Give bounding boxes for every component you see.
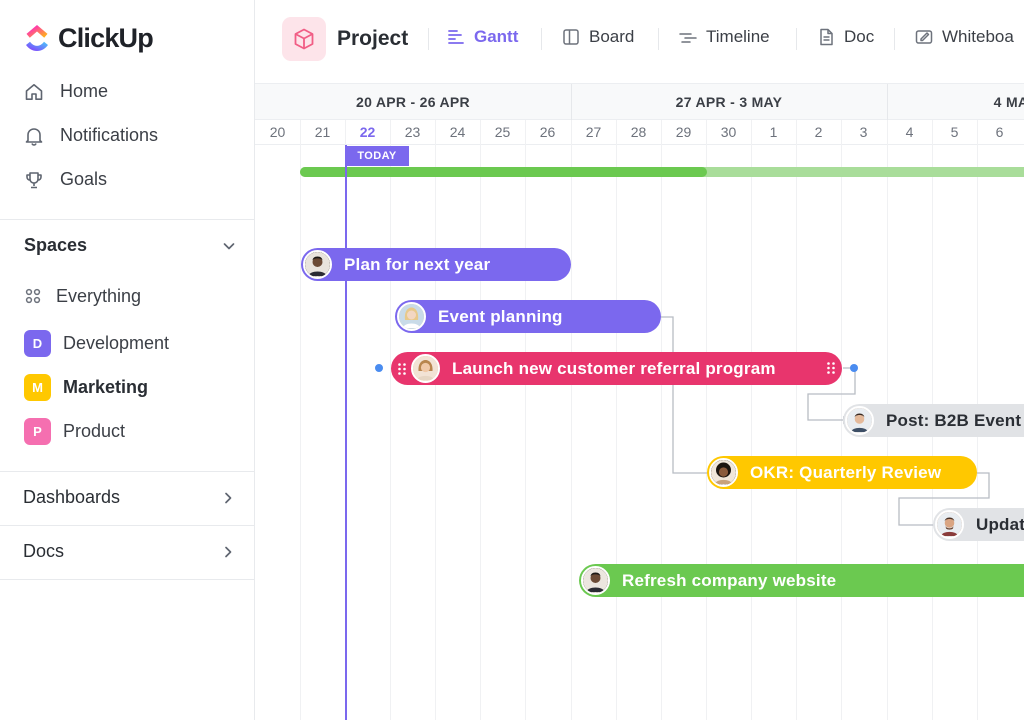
nav-label-home: Home <box>60 81 109 101</box>
person-icon <box>711 460 736 485</box>
tab-separator <box>658 28 659 50</box>
gantt-chart: 20 APR - 26 APR 27 APR - 3 MAY 4 MA 20 2… <box>255 84 1024 720</box>
space-badge-product: P <box>24 418 51 445</box>
tab-label-board: Board <box>589 27 635 46</box>
tab-label-gantt: Gantt <box>474 27 519 46</box>
drag-grip-icon[interactable] <box>826 361 836 375</box>
person-icon <box>583 568 608 593</box>
person-icon <box>937 512 962 537</box>
logo-text: ClickUp <box>58 22 154 53</box>
task-label: Post: B2B Event I <box>886 410 1024 430</box>
person-icon <box>305 252 330 277</box>
avatar <box>411 354 440 383</box>
chevron-down-icon[interactable] <box>222 239 236 253</box>
tab-label-timeline: Timeline <box>706 27 770 46</box>
space-label-product: Product <box>63 421 126 441</box>
whiteboard-icon <box>915 30 933 44</box>
task-label: Plan for next year <box>344 254 491 274</box>
tab-separator <box>428 28 429 50</box>
space-marketing[interactable]: M Marketing <box>24 374 148 401</box>
dashboards-label: Dashboards <box>23 487 121 507</box>
tab-doc[interactable]: Doc <box>816 27 874 47</box>
view-topbar: Project Gantt Board Timeline Doc Whitebo… <box>255 0 1024 84</box>
gantt-task-bar[interactable]: OKR: Quarterly Review <box>707 456 977 489</box>
nav-item-home[interactable]: Home <box>24 81 108 102</box>
bell-icon <box>25 127 43 146</box>
avatar <box>397 302 426 331</box>
space-badge-marketing: M <box>24 374 51 401</box>
clickup-logo-icon <box>26 25 48 51</box>
avatar <box>709 458 738 487</box>
space-development[interactable]: D Development <box>24 330 169 357</box>
sidebar-divider <box>0 219 254 220</box>
dependency-connectors <box>660 316 990 529</box>
person-icon <box>413 356 438 381</box>
sidebar-divider <box>0 525 254 526</box>
spaces-header[interactable]: Spaces <box>24 235 236 256</box>
gantt-task-bar[interactable]: Post: B2B Event I <box>843 404 1024 437</box>
drag-grip-icon[interactable] <box>397 362 407 376</box>
space-badge-development: D <box>24 330 51 357</box>
avatar <box>581 566 610 595</box>
task-label: Event planning <box>438 306 563 326</box>
space-product[interactable]: P Product <box>24 418 125 445</box>
gantt-task-bar[interactable]: Refresh company website <box>579 564 1024 597</box>
grid-dots-icon <box>25 288 41 303</box>
task-label: Launch new customer referral program <box>452 358 776 378</box>
avatar <box>935 510 964 539</box>
tab-gantt[interactable]: Gantt <box>446 27 518 47</box>
gantt-icon <box>448 30 464 44</box>
sidebar-divider <box>0 579 254 580</box>
chevron-right-icon <box>225 492 232 503</box>
nav-item-notifications[interactable]: Notifications <box>24 125 158 146</box>
cube-icon <box>294 28 314 50</box>
docs-item[interactable]: Docs <box>23 541 235 562</box>
spaces-label: Spaces <box>24 235 88 255</box>
docs-label: Docs <box>23 541 65 561</box>
tab-separator <box>796 28 797 50</box>
gantt-task-bar[interactable]: Updat <box>933 508 1024 541</box>
task-label: Updat <box>976 514 1024 534</box>
sidebar: ClickUp Home Notifications Goals Spaces … <box>0 0 255 720</box>
gantt-task-bar[interactable]: Event planning <box>395 300 661 333</box>
timeline-icon <box>679 33 697 43</box>
nav-item-goals[interactable]: Goals <box>24 169 107 190</box>
resize-handle-left[interactable] <box>375 364 383 372</box>
gantt-task-bar-selected[interactable]: Launch new customer referral program <box>391 352 842 385</box>
tab-board[interactable]: Board <box>561 27 634 47</box>
dashboards-item[interactable]: Dashboards <box>23 487 235 508</box>
avatar <box>303 250 332 279</box>
person-icon <box>399 304 424 329</box>
space-label-development: Development <box>63 333 170 353</box>
nav-label-notifications: Notifications <box>60 125 159 145</box>
project-title: Project <box>337 27 409 50</box>
board-icon <box>563 29 579 45</box>
tab-timeline[interactable]: Timeline <box>678 27 770 47</box>
home-icon <box>25 83 43 100</box>
project-icon[interactable] <box>282 17 326 61</box>
space-label-marketing: Marketing <box>63 377 149 397</box>
task-label: Refresh company website <box>622 570 837 590</box>
tab-label-whiteboard: Whiteboa <box>942 27 1014 46</box>
nav-label-goals: Goals <box>60 169 108 189</box>
tab-label-doc: Doc <box>844 27 875 46</box>
doc-icon <box>820 28 833 46</box>
trophy-icon <box>26 171 42 188</box>
task-label: OKR: Quarterly Review <box>750 462 942 482</box>
resize-handle-right[interactable] <box>850 364 858 372</box>
tab-whiteboard[interactable]: Whiteboa <box>914 27 1014 47</box>
tab-separator <box>541 28 542 50</box>
person-icon <box>847 408 872 433</box>
clickup-logo[interactable]: ClickUp <box>24 22 154 54</box>
everything-label: Everything <box>56 286 142 306</box>
space-everything[interactable]: Everything <box>24 286 141 307</box>
sidebar-divider <box>0 471 254 472</box>
chevron-right-icon <box>225 546 232 557</box>
gantt-task-bar[interactable]: Plan for next year <box>301 248 571 281</box>
dependency-line <box>660 316 708 474</box>
avatar <box>845 406 874 435</box>
tab-separator <box>894 28 895 50</box>
